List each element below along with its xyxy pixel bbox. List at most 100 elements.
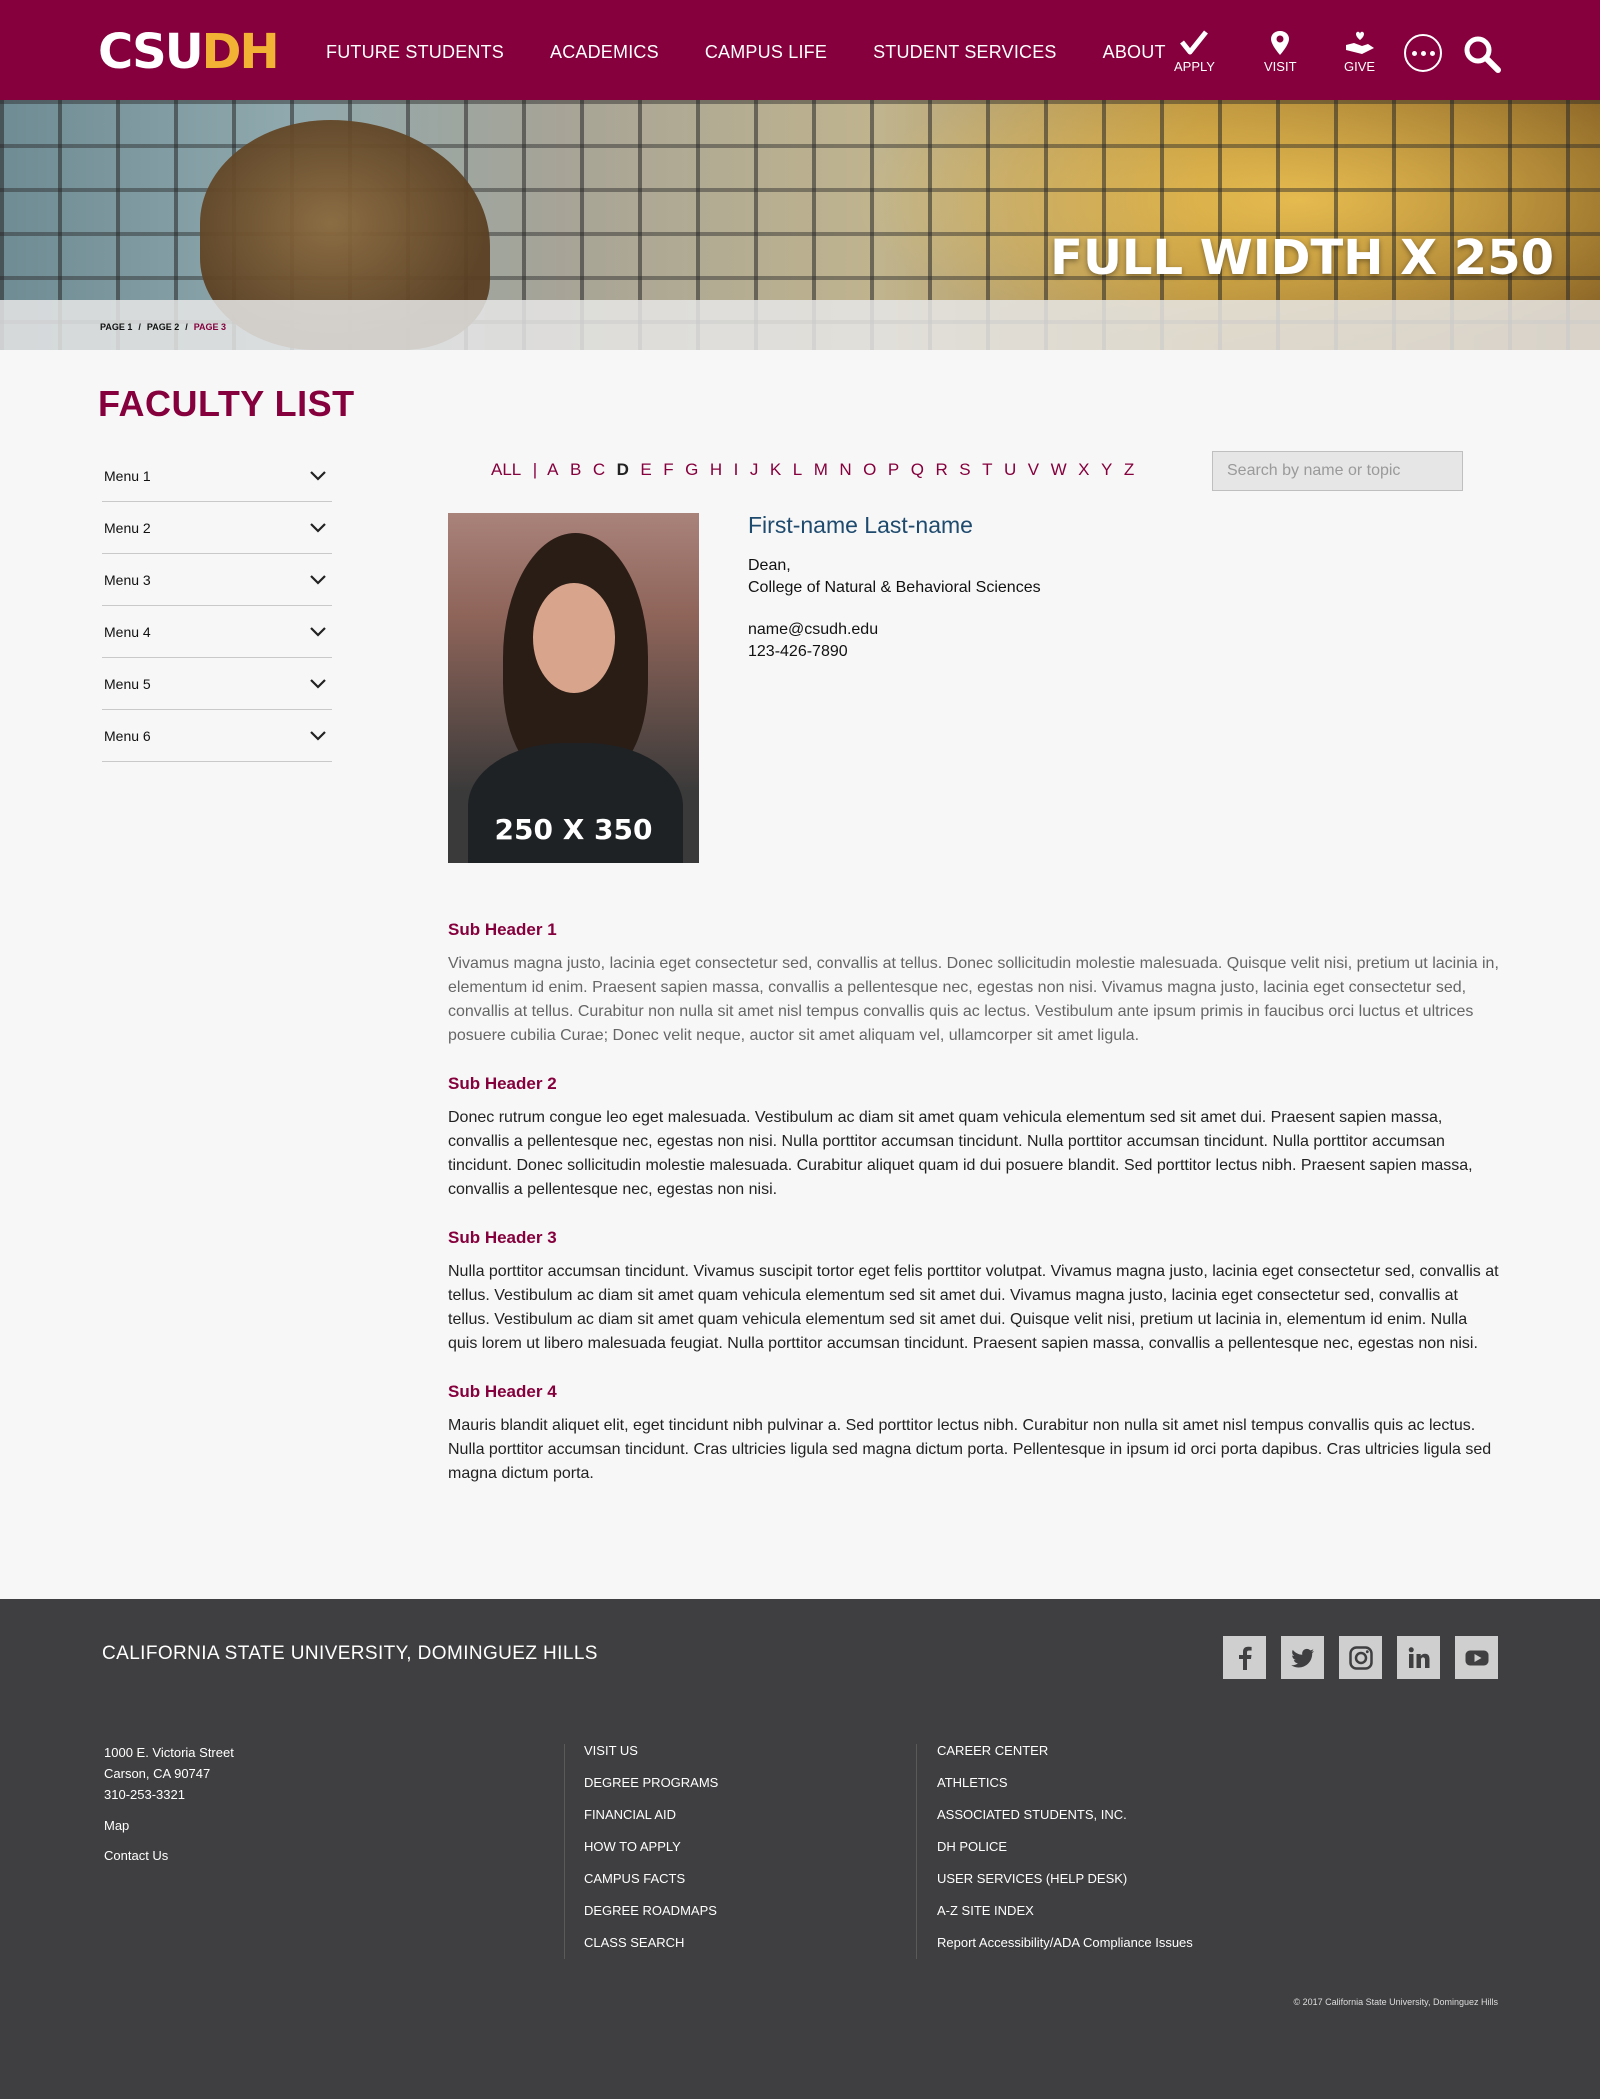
breadcrumb-page-2[interactable]: PAGE 2 xyxy=(147,322,179,332)
alpha-filter-letter-g[interactable]: G xyxy=(685,460,698,480)
visit-label: VISIT xyxy=(1264,59,1297,74)
footer-link-visit-us[interactable]: VISIT US xyxy=(584,1735,718,1767)
footer-link-accessibility-report[interactable]: Report Accessibility/ADA Compliance Issu… xyxy=(937,1927,1193,1959)
footer-address: 1000 E. Victoria Street Carson, CA 90747… xyxy=(104,1742,234,1866)
footer-link-athletics[interactable]: ATHLETICS xyxy=(937,1767,1193,1799)
side-menu-label: Menu 2 xyxy=(104,519,151,536)
sub-header-2: Sub Header 2 xyxy=(448,1074,557,1093)
footer-link-how-to-apply[interactable]: HOW TO APPLY xyxy=(584,1831,718,1863)
side-menu-item-3[interactable]: Menu 3 xyxy=(102,554,332,606)
faculty-contact: name@csudh.edu 123-426-7890 xyxy=(748,619,878,663)
alpha-filter-letter-x[interactable]: X xyxy=(1078,460,1089,480)
side-menu-item-1[interactable]: Menu 1 xyxy=(102,450,332,502)
alpha-filter-letter-u[interactable]: U xyxy=(1004,460,1016,480)
footer-link-career-center[interactable]: CAREER CENTER xyxy=(937,1735,1193,1767)
alphabet-filter: ALL | ABCDEFGHIJKLMNOPQRSTUVWXYZ xyxy=(491,460,1146,480)
footer-link-site-index[interactable]: A-Z SITE INDEX xyxy=(937,1895,1193,1927)
main-nav: FUTURE STUDENTS ACADEMICS CAMPUS LIFE ST… xyxy=(326,42,1212,63)
twitter-icon xyxy=(1290,1648,1314,1667)
give-link[interactable]: GIVE xyxy=(1344,30,1375,74)
faculty-email[interactable]: name@csudh.edu xyxy=(748,619,878,641)
alpha-filter-letter-s[interactable]: S xyxy=(959,460,970,480)
alpha-filter-letter-q[interactable]: Q xyxy=(911,460,924,480)
apply-link[interactable]: APPLY xyxy=(1174,30,1215,74)
footer-contact-link[interactable]: Contact Us xyxy=(104,1845,234,1866)
alpha-filter-letter-i[interactable]: I xyxy=(734,460,739,480)
footer-link-campus-facts[interactable]: CAMPUS FACTS xyxy=(584,1863,718,1895)
give-hand-icon xyxy=(1345,31,1374,54)
faculty-search-input[interactable] xyxy=(1212,451,1463,491)
alpha-filter-letter-k[interactable]: K xyxy=(770,460,781,480)
alpha-filter-letter-r[interactable]: R xyxy=(935,460,947,480)
alpha-filter-letter-f[interactable]: F xyxy=(663,460,673,480)
photo-size-label: 250 X 350 xyxy=(494,813,653,846)
faculty-photo: 250 X 350 xyxy=(448,513,699,863)
breadcrumb-separator: / xyxy=(185,322,188,332)
csudh-logo[interactable]: CSUDH xyxy=(98,28,280,76)
instagram-icon xyxy=(1348,1645,1373,1670)
breadcrumb-page-1[interactable]: PAGE 1 xyxy=(100,322,132,332)
side-menu-item-4[interactable]: Menu 4 xyxy=(102,606,332,658)
nav-academics[interactable]: ACADEMICS xyxy=(550,42,659,63)
chevron-down-icon xyxy=(310,626,326,637)
side-menu-label: Menu 1 xyxy=(104,467,151,484)
more-menu-button[interactable] xyxy=(1404,34,1442,72)
footer-map-link[interactable]: Map xyxy=(104,1815,234,1836)
side-menu-item-6[interactable]: Menu 6 xyxy=(102,710,332,762)
alpha-filter-letter-c[interactable]: C xyxy=(593,460,605,480)
faculty-phone: 123-426-7890 xyxy=(748,643,848,660)
nav-student-services[interactable]: STUDENT SERVICES xyxy=(873,42,1057,63)
alpha-filter-letter-t[interactable]: T xyxy=(982,460,992,480)
sub-header-1: Sub Header 1 xyxy=(448,920,557,939)
alpha-filter-letter-p[interactable]: P xyxy=(888,460,899,480)
alpha-filter-letter-e[interactable]: E xyxy=(640,460,651,480)
section-4-text: Mauris blandit aliquet elit, eget tincid… xyxy=(448,1417,1492,1482)
youtube-link[interactable] xyxy=(1455,1636,1498,1679)
photo-face xyxy=(533,583,615,693)
footer-link-financial-aid[interactable]: FINANCIAL AID xyxy=(584,1799,718,1831)
footer-link-degree-roadmaps[interactable]: DEGREE ROADMAPS xyxy=(584,1895,718,1927)
linkedin-link[interactable] xyxy=(1397,1636,1440,1679)
visit-link[interactable]: VISIT xyxy=(1264,30,1297,74)
chevron-down-icon xyxy=(310,730,326,741)
twitter-link[interactable] xyxy=(1281,1636,1324,1679)
alpha-filter-letter-v[interactable]: V xyxy=(1028,460,1039,480)
footer-link-degree-programs[interactable]: DEGREE PROGRAMS xyxy=(584,1767,718,1799)
nav-about[interactable]: ABOUT xyxy=(1103,42,1166,63)
footer-link-associated-students[interactable]: ASSOCIATED STUDENTS, INC. xyxy=(937,1799,1193,1831)
chevron-down-icon xyxy=(310,470,326,481)
alpha-filter-letter-a[interactable]: A xyxy=(547,460,558,480)
footer-link-dh-police[interactable]: DH POLICE xyxy=(937,1831,1193,1863)
alpha-filter-letter-d[interactable]: D xyxy=(617,460,629,480)
facebook-link[interactable] xyxy=(1223,1636,1266,1679)
nav-campus-life[interactable]: CAMPUS LIFE xyxy=(705,42,827,63)
alpha-filter-letter-j[interactable]: J xyxy=(750,460,759,480)
search-icon[interactable] xyxy=(1462,34,1502,74)
alpha-filter-letter-n[interactable]: N xyxy=(839,460,851,480)
footer-address-line-2: Carson, CA 90747 xyxy=(104,1766,211,1781)
hero-banner: FULL WIDTH X 250 PAGE 1 / PAGE 2 / PAGE … xyxy=(0,100,1600,350)
logo-text-dh: DH xyxy=(201,24,280,80)
side-menu-item-5[interactable]: Menu 5 xyxy=(102,658,332,710)
footer-link-class-search[interactable]: CLASS SEARCH xyxy=(584,1927,718,1959)
instagram-link[interactable] xyxy=(1339,1636,1382,1679)
side-menu-item-2[interactable]: Menu 2 xyxy=(102,502,332,554)
checkmark-icon xyxy=(1180,30,1209,55)
nav-future-students[interactable]: FUTURE STUDENTS xyxy=(326,42,504,63)
alpha-filter-letter-z[interactable]: Z xyxy=(1124,460,1134,480)
breadcrumb-separator: / xyxy=(138,322,141,332)
alpha-filter-letter-l[interactable]: L xyxy=(793,460,802,480)
top-header: CSUDH FUTURE STUDENTS ACADEMICS CAMPUS L… xyxy=(0,0,1600,100)
alpha-filter-letter-h[interactable]: H xyxy=(710,460,722,480)
alpha-filter-letter-w[interactable]: W xyxy=(1051,460,1067,480)
alpha-filter-letter-o[interactable]: O xyxy=(863,460,876,480)
faculty-title: Dean, College of Natural & Behavioral Sc… xyxy=(748,555,1041,599)
footer-link-help-desk[interactable]: USER SERVICES (HELP DESK) xyxy=(937,1863,1193,1895)
alpha-filter-letter-b[interactable]: B xyxy=(570,460,581,480)
alpha-filter-all[interactable]: ALL xyxy=(491,460,521,480)
sub-header-3: Sub Header 3 xyxy=(448,1228,557,1247)
alpha-filter-letter-m[interactable]: M xyxy=(814,460,828,480)
alpha-filter-letter-y[interactable]: Y xyxy=(1101,460,1112,480)
faculty-title-line-2: College of Natural & Behavioral Sciences xyxy=(748,579,1041,596)
logo-text-csu: CSU xyxy=(98,24,204,80)
